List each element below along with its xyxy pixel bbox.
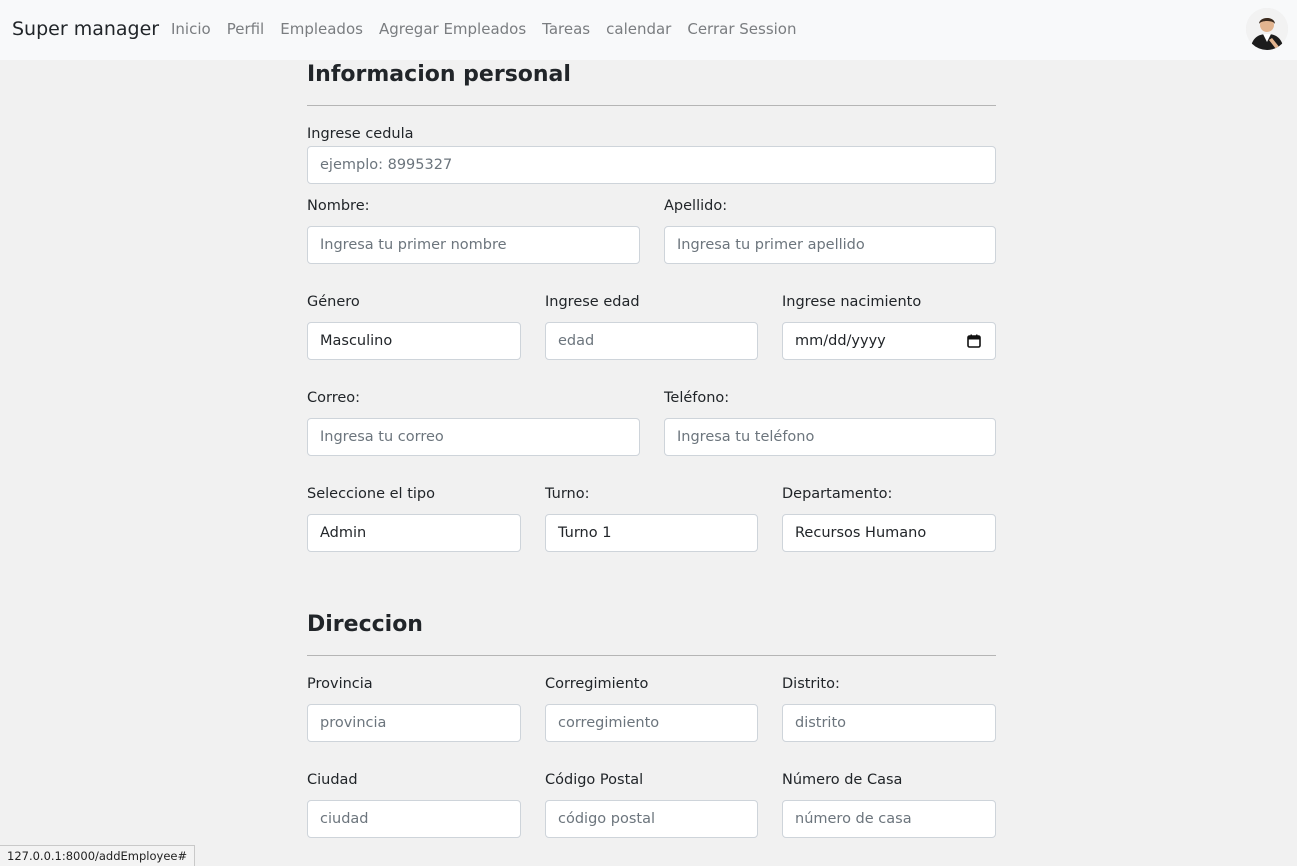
calendar-icon[interactable] [967, 334, 981, 348]
brand-link[interactable]: Super manager [12, 18, 159, 40]
nav-link-perfil[interactable]: Perfil [219, 20, 273, 38]
status-bar-url: 127.0.0.1:8000/addEmployee# [0, 845, 196, 866]
user-avatar[interactable] [1246, 8, 1288, 50]
nav-link-tareas[interactable]: Tareas [534, 20, 598, 38]
codigo-postal-label: Código Postal [545, 772, 644, 788]
nav-links: Inicio Perfil Empleados Agregar Empleado… [163, 20, 805, 38]
nombre-label: Nombre: [307, 198, 370, 214]
apellido-label: Apellido: [664, 198, 728, 214]
edad-input[interactable] [545, 322, 758, 360]
codigo-postal-input[interactable] [545, 800, 758, 838]
tipo-label: Seleccione el tipo [307, 486, 435, 502]
nav-link-agregar-empleados[interactable]: Agregar Empleados [371, 20, 534, 38]
ciudad-input[interactable] [307, 800, 521, 838]
provincia-label: Provincia [307, 676, 373, 692]
direccion-divider [307, 655, 996, 656]
turno-label: Turno: [545, 486, 590, 502]
departamento-select[interactable]: Recursos Humano [782, 514, 996, 552]
corregimiento-input[interactable] [545, 704, 758, 742]
nacimiento-label: Ingrese nacimiento [782, 294, 922, 310]
direccion-title: Direccion [307, 612, 423, 637]
correo-input[interactable] [307, 418, 640, 456]
nav-link-empleados[interactable]: Empleados [272, 20, 371, 38]
numero-casa-input[interactable] [782, 800, 996, 838]
nav-link-cerrar-session[interactable]: Cerrar Session [679, 20, 804, 38]
top-navbar: Super manager Inicio Perfil Empleados Ag… [0, 0, 1297, 60]
genero-value: Masculino [320, 333, 393, 349]
ciudad-label: Ciudad [307, 772, 358, 788]
tipo-select[interactable]: Admin [307, 514, 521, 552]
nav-link-inicio[interactable]: Inicio [163, 20, 219, 38]
distrito-input[interactable] [782, 704, 996, 742]
nombre-input[interactable] [307, 226, 640, 264]
genero-label: Género [307, 294, 360, 310]
telefono-label: Teléfono: [664, 390, 730, 406]
genero-select[interactable]: Masculino [307, 322, 521, 360]
telefono-input[interactable] [664, 418, 996, 456]
apellido-input[interactable] [664, 226, 996, 264]
nav-link-calendar[interactable]: calendar [598, 20, 679, 38]
nacimiento-value: mm/dd/yyyy [795, 333, 886, 349]
provincia-input[interactable] [307, 704, 521, 742]
departamento-value: Recursos Humano [795, 525, 927, 541]
distrito-label: Distrito: [782, 676, 840, 692]
cedula-label: Ingrese cedula [307, 126, 414, 142]
edad-label: Ingrese edad [545, 294, 640, 310]
cedula-input[interactable] [307, 146, 996, 184]
personal-info-title: Informacion personal [307, 62, 571, 87]
nacimiento-date-input[interactable]: mm/dd/yyyy [782, 322, 996, 360]
corregimiento-label: Corregimiento [545, 676, 649, 692]
turno-value: Turno 1 [558, 525, 612, 541]
turno-select[interactable]: Turno 1 [545, 514, 758, 552]
numero-casa-label: Número de Casa [782, 772, 903, 788]
personal-divider [307, 105, 996, 106]
departamento-label: Departamento: [782, 486, 893, 502]
tipo-value: Admin [320, 525, 367, 541]
correo-label: Correo: [307, 390, 361, 406]
